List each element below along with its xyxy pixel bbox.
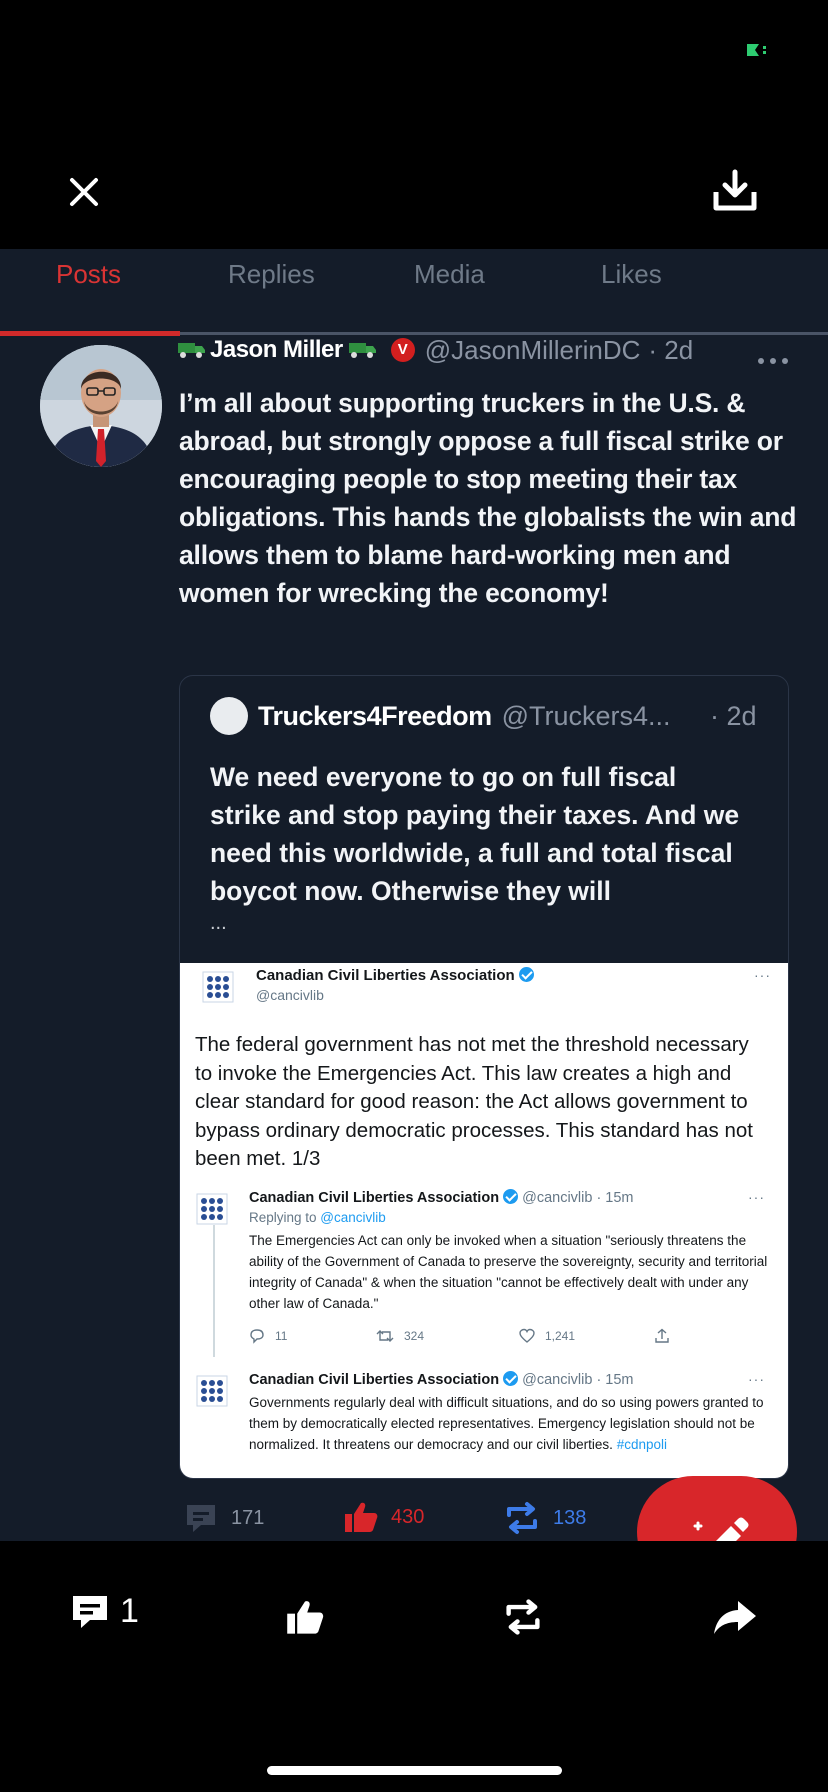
verified-badge-icon: V <box>390 338 415 362</box>
post-screenshot: Posts Replies Media Likes Jason Miller V… <box>0 249 828 1541</box>
compose-button[interactable] <box>637 1476 797 1541</box>
post-time: · 2d <box>648 334 694 365</box>
download-icon[interactable] <box>710 168 760 214</box>
reply-retweet-action: 324 <box>376 1328 424 1344</box>
repost-button[interactable]: 138 <box>503 1501 586 1535</box>
ccla-logo-icon <box>196 1193 228 1225</box>
tab-posts[interactable]: Posts <box>56 259 121 290</box>
likes-count: 430 <box>391 1505 425 1528</box>
reply2-more-icon: ··· <box>748 1371 765 1387</box>
reply2-text: Governments regularly deal with difficul… <box>249 1395 764 1452</box>
viewer-toolbar <box>0 150 828 230</box>
embedded-author-name: Canadian Civil Liberties Association <box>256 967 534 984</box>
post-header: Jason Miller V @JasonMillerinDC · 2d <box>178 333 778 367</box>
tab-likes[interactable]: Likes <box>601 259 662 290</box>
tab-replies[interactable]: Replies <box>228 259 315 290</box>
reply-author-line: Canadian Civil Liberties Association @ca… <box>249 1189 634 1206</box>
ccla-logo-icon <box>196 1375 228 1407</box>
more-options-icon[interactable] <box>756 351 790 371</box>
comment-button[interactable]: 1 <box>70 1591 139 1631</box>
quote-truncation: ... <box>210 912 227 934</box>
post-body: I’m all about supporting truckers in the… <box>179 388 797 608</box>
reply-share-action <box>654 1328 680 1344</box>
reply2-author-line: Canadian Civil Liberties Association @ca… <box>249 1371 634 1388</box>
hashtag: #cdnpoli <box>616 1437 667 1452</box>
replying-to: Replying to @cancivlib <box>249 1210 386 1225</box>
share-arrow-icon <box>714 1601 756 1634</box>
quote-body: We need everyone to go on full fiscal st… <box>210 762 740 906</box>
truck-icon <box>348 343 376 358</box>
retweet-icon <box>376 1330 394 1342</box>
quote-author-name: Truckers4Freedom <box>258 700 492 731</box>
ccla-logo-icon <box>202 971 234 1003</box>
share-icon <box>655 1328 669 1343</box>
quote-header: Truckers4Freedom @Truckers4... · 2d <box>210 696 770 736</box>
compose-pencil-icon <box>693 1517 749 1541</box>
thumbs-up-icon <box>345 1502 378 1532</box>
heart-icon <box>519 1328 535 1343</box>
reposts-count: 138 <box>553 1506 587 1529</box>
reply-like-action: 1,241 <box>519 1328 575 1344</box>
reply-actions: 11 324 1,241 <box>249 1328 669 1348</box>
embedded-author-handle: @cancivlib <box>256 987 324 1003</box>
comments-button[interactable]: 171 <box>183 1501 264 1535</box>
verified-check-icon <box>503 1189 519 1204</box>
comment-count: 1 <box>120 1591 139 1630</box>
quote-avatar <box>210 697 248 735</box>
quote-author-handle: @Truckers4... <box>501 700 671 731</box>
thread-line <box>213 1225 215 1357</box>
battery-icon <box>747 44 766 56</box>
comment-icon <box>187 1505 215 1532</box>
reply-comment-action: 11 <box>249 1328 287 1344</box>
viewer-bottom-bar: 1 <box>0 1545 828 1705</box>
comments-count: 171 <box>231 1506 265 1529</box>
home-indicator[interactable] <box>267 1766 562 1775</box>
repost-icon <box>507 1502 537 1534</box>
embedded-tweet-text: The federal government has not met the t… <box>195 1033 753 1170</box>
avatar[interactable] <box>40 345 162 467</box>
share-button[interactable] <box>712 1597 758 1637</box>
verified-check-icon <box>503 1371 519 1386</box>
like-button[interactable]: 430 <box>343 1499 424 1535</box>
thumbs-up-icon <box>287 1601 324 1634</box>
repost-icon <box>506 1599 540 1635</box>
avatar-photo <box>40 345 162 467</box>
embedded-tweet-image: Canadian Civil Liberties Association @ca… <box>180 963 788 1478</box>
reply-more-icon: ··· <box>748 1189 765 1205</box>
truck-icon <box>178 343 205 358</box>
comment-icon <box>250 1329 264 1344</box>
like-button[interactable] <box>284 1597 326 1637</box>
embedded-more-icon: ··· <box>754 967 771 983</box>
author-name[interactable]: Jason Miller <box>210 336 343 364</box>
active-tab-indicator <box>0 331 180 336</box>
quoted-post[interactable]: Truckers4Freedom @Truckers4... · 2d We n… <box>179 675 789 1479</box>
close-icon[interactable] <box>62 170 106 214</box>
quote-time: · 2d <box>710 700 757 731</box>
comment-icon <box>73 1596 107 1628</box>
reply-text: The Emergencies Act can only be invoked … <box>249 1233 768 1311</box>
tab-media[interactable]: Media <box>414 259 485 290</box>
repost-button[interactable] <box>502 1597 544 1637</box>
verified-check-icon <box>518 967 534 982</box>
profile-tabs: Posts Replies Media Likes <box>0 249 828 339</box>
author-handle[interactable]: @JasonMillerinDC <box>425 335 641 366</box>
